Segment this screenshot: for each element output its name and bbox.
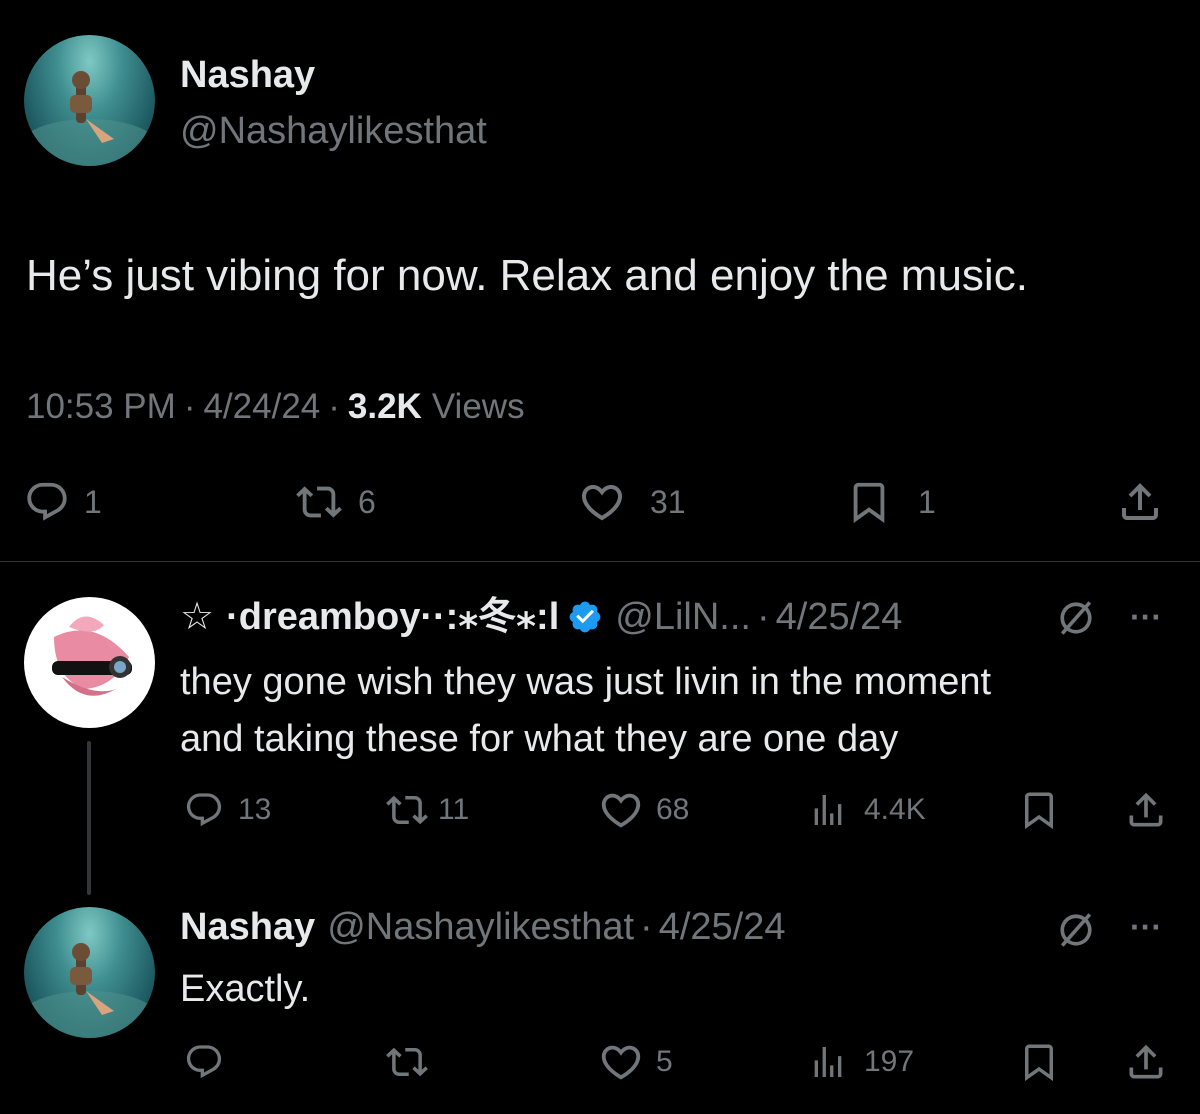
views-count: 4.4K: [864, 793, 926, 826]
divider: [0, 561, 1200, 562]
separator: ·: [756, 596, 770, 638]
separator: ·: [328, 387, 340, 426]
grok-icon: [1054, 908, 1098, 952]
repost-count: 6: [358, 483, 376, 520]
views-label: Views: [431, 387, 525, 426]
views-button[interactable]: 4.4K: [808, 788, 926, 832]
reply-author[interactable]: ·dreamboy··:⁎冬⁎:l: [226, 594, 559, 640]
like-button[interactable]: 68: [598, 788, 689, 832]
like-count: 68: [656, 793, 690, 826]
verified-badge-icon: [567, 599, 603, 635]
like-icon: [598, 1039, 644, 1085]
reply-header: ☆ ·dreamboy··:⁎冬⁎:l @LilN... · 4/25/24: [180, 594, 902, 640]
repost-icon: [296, 479, 342, 525]
bookmark-button[interactable]: [1018, 788, 1060, 832]
share-button[interactable]: [1116, 478, 1164, 526]
share-icon: [1124, 1040, 1168, 1084]
separator: ·: [183, 387, 196, 426]
views-icon: [808, 790, 848, 830]
views-count: 3.2K: [347, 387, 422, 426]
reply-count: 13: [238, 793, 272, 826]
reply-icon: [184, 790, 224, 830]
repost-icon: [386, 789, 428, 831]
repost-button[interactable]: [386, 1040, 428, 1084]
tweet-time[interactable]: 10:53 PM: [26, 386, 176, 428]
repost-icon: [386, 1041, 428, 1083]
author-name[interactable]: Nashay: [180, 52, 315, 98]
share-icon: [1116, 478, 1164, 526]
reply-text-line: they gone wish they was just livin in th…: [180, 661, 992, 703]
tweet-date[interactable]: 4/24/24: [203, 386, 320, 428]
bookmark-button[interactable]: [1018, 1040, 1060, 1084]
reply-date[interactable]: 4/25/24: [659, 904, 786, 950]
share-icon: [1124, 788, 1168, 832]
reply-handle[interactable]: @LilN...: [615, 594, 751, 640]
tweet-meta: 10:53 PM · 4/24/24 · 3.2K Views: [26, 386, 525, 428]
grok-button[interactable]: [1054, 596, 1098, 640]
share-button[interactable]: [1124, 788, 1168, 832]
grok-button[interactable]: [1054, 908, 1098, 952]
reply-date[interactable]: 4/25/24: [776, 594, 903, 640]
reply-avatar[interactable]: [24, 907, 155, 1038]
reply-header: Nashay @Nashaylikesthat · 4/25/24: [180, 904, 785, 950]
reply-avatar[interactable]: [24, 597, 155, 728]
views-icon: [808, 1042, 848, 1082]
author-avatar[interactable]: [24, 35, 155, 166]
like-button[interactable]: 5: [598, 1040, 673, 1084]
avatar-illustration: [24, 943, 155, 1038]
reply-button[interactable]: [184, 1040, 224, 1084]
bookmark-icon: [1018, 1041, 1060, 1083]
share-button[interactable]: [1124, 1040, 1168, 1084]
reply-text-line: and taking these for what they are one d…: [180, 718, 899, 760]
more-button[interactable]: ···: [1130, 594, 1162, 640]
reply-text: Exactly.: [180, 968, 311, 1010]
views-button[interactable]: 197: [808, 1040, 914, 1084]
reply-author[interactable]: Nashay: [180, 904, 315, 950]
reply-icon: [184, 1042, 224, 1082]
reply-icon: [24, 479, 70, 525]
star-glyph: ☆: [180, 596, 215, 638]
like-icon: [598, 787, 644, 833]
bookmark-button[interactable]: 1: [846, 478, 936, 526]
reply-count: 1: [84, 483, 102, 520]
reply-handle[interactable]: @Nashaylikesthat: [327, 904, 634, 950]
repost-count: 11: [438, 793, 470, 826]
separator: ·: [640, 906, 653, 948]
bookmark-count: 1: [918, 483, 936, 520]
thread-line: [87, 741, 91, 895]
more-button[interactable]: ···: [1130, 904, 1162, 950]
grok-icon: [1054, 596, 1098, 640]
reply-button[interactable]: 13: [184, 788, 271, 832]
author-handle[interactable]: @Nashaylikesthat: [180, 108, 487, 154]
like-count: 5: [656, 1045, 673, 1078]
bookmark-icon: [1018, 789, 1060, 831]
reply-text: they gone wish they was just livin in th…: [180, 654, 991, 768]
avatar-illustration: [52, 616, 132, 696]
avatar-illustration: [24, 71, 155, 166]
repost-button[interactable]: 11: [386, 788, 469, 832]
views-count: 197: [864, 1045, 915, 1078]
repost-button[interactable]: 6: [296, 478, 376, 526]
reply-button[interactable]: 1: [24, 478, 102, 526]
tweet-text: He’s just vibing for now. Relax and enjo…: [26, 251, 1028, 300]
like-button[interactable]: 31: [578, 478, 686, 526]
bookmark-icon: [846, 479, 892, 525]
like-count: 31: [650, 483, 686, 520]
like-icon: [578, 478, 626, 526]
